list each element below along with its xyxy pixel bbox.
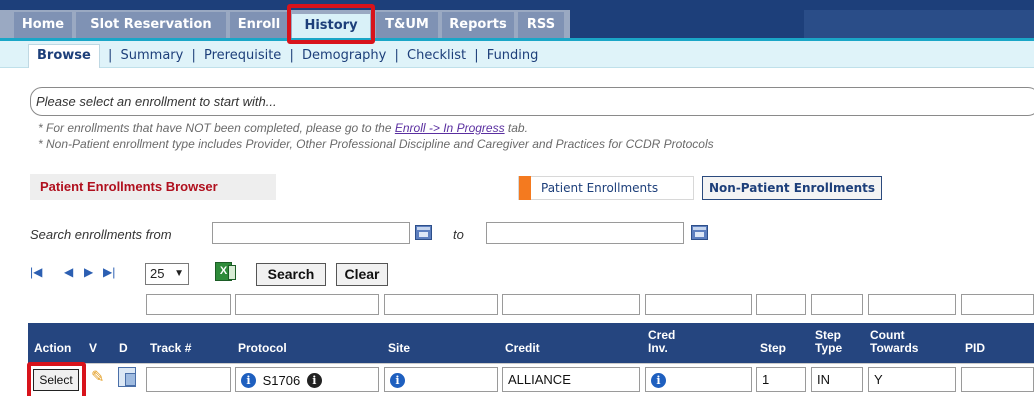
tab-home[interactable]: Home (14, 12, 72, 38)
subnav-separator: | (394, 48, 399, 63)
subnav-separator: | (107, 48, 113, 63)
note-line1-prefix: * For enrollments that have NOT been com… (38, 121, 395, 135)
first-page-icon[interactable]: |◀ (30, 265, 42, 279)
cell-protocol: i S1706 i (235, 367, 379, 392)
enroll-in-progress-link[interactable]: Enroll -> In Progress (395, 121, 505, 135)
non-patient-enrollments-button[interactable]: Non-Patient Enrollments (702, 176, 882, 200)
calendar-icon[interactable] (415, 225, 432, 240)
cred-inv-info-icon[interactable]: i (651, 373, 666, 389)
page-size-select[interactable]: 25 ▼ (145, 263, 189, 285)
search-from-date-input[interactable] (212, 222, 410, 244)
search-from-label: Search enrollments from (30, 227, 172, 242)
next-page-icon[interactable]: ▶ (84, 265, 93, 279)
pencil-icon[interactable]: ✎ (91, 369, 109, 387)
document-icon[interactable] (118, 367, 136, 387)
info-icon[interactable]: i (241, 373, 256, 389)
sub-nav-bar: Browse | Summary | Prerequisite | Demogr… (0, 38, 1034, 68)
tab-enroll[interactable]: Enroll (230, 12, 288, 38)
search-button[interactable]: Search (256, 263, 326, 286)
subtab-summary[interactable]: Summary (121, 48, 184, 63)
tab-slot-reservation[interactable]: Slot Reservation (76, 12, 226, 38)
subnav-separator: | (289, 48, 294, 63)
clear-button[interactable]: Clear (336, 263, 388, 286)
note-in-progress: * For enrollments that have NOT been com… (38, 121, 528, 135)
subnav-separator: | (474, 48, 479, 63)
filter-pid-input[interactable] (961, 294, 1034, 315)
sub-nav-items: Browse | Summary | Prerequisite | Demogr… (28, 44, 539, 68)
filter-count-towards-input[interactable] (868, 294, 956, 315)
subtab-prerequisite[interactable]: Prerequisite (204, 48, 281, 63)
filter-protocol-input[interactable] (235, 294, 379, 315)
filter-step-input[interactable] (756, 294, 806, 315)
filter-track-input[interactable] (146, 294, 231, 315)
enrollment-select-input[interactable]: Please select an enrollment to start wit… (30, 87, 1034, 116)
search-to-label: to (453, 227, 464, 242)
subtab-demography[interactable]: Demography (302, 48, 386, 63)
cell-count-towards: Y (868, 367, 956, 392)
subnav-separator: | (191, 48, 196, 63)
filter-step-type-input[interactable] (811, 294, 863, 315)
top-nav-bar: Home Slot Reservation Enroll History T&U… (0, 0, 1034, 44)
chevron-down-icon: ▼ (174, 268, 184, 279)
tab-rss[interactable]: RSS (518, 12, 564, 38)
history-highlight-box (287, 4, 375, 44)
active-indicator (519, 176, 531, 200)
cell-cred-inv: i (645, 367, 752, 392)
nav-right-panel (804, 10, 1034, 38)
filter-site-input[interactable] (384, 294, 498, 315)
calendar-icon[interactable] (691, 225, 708, 240)
patient-enrollments-button[interactable]: Patient Enrollments (518, 176, 694, 200)
prev-page-icon[interactable]: ◀ (64, 265, 73, 279)
note-non-patient: * Non-Patient enrollment type includes P… (38, 137, 714, 151)
filter-cred-inv-input[interactable] (645, 294, 752, 315)
cell-pid (961, 367, 1034, 392)
last-page-icon[interactable]: ▶| (103, 265, 115, 279)
protocol-value: S1706 (262, 373, 301, 389)
subtab-funding[interactable]: Funding (487, 48, 539, 63)
patient-enrollments-label: Patient Enrollments (541, 181, 659, 195)
cell-site: i (384, 367, 498, 392)
site-info-icon[interactable]: i (390, 373, 405, 389)
note-line1-suffix: tab. (504, 121, 528, 135)
tab-reports[interactable]: Reports (442, 12, 514, 38)
patient-enrollments-browser-title: Patient Enrollments Browser (30, 174, 276, 200)
search-to-date-input[interactable] (486, 222, 684, 244)
subtab-checklist[interactable]: Checklist (407, 48, 466, 63)
filter-credit-input[interactable] (502, 294, 640, 315)
select-highlight-box (27, 362, 86, 396)
cell-track (146, 367, 231, 392)
cell-credit: ALLIANCE (502, 367, 640, 392)
info-dark-icon[interactable]: i (306, 373, 322, 389)
page-size-value: 25 (150, 266, 165, 281)
cell-step: 1 (756, 367, 806, 392)
subtab-browse[interactable]: Browse (28, 44, 100, 68)
excel-export-icon[interactable]: X (215, 262, 236, 281)
cell-step-type: IN (811, 367, 863, 392)
tab-tum[interactable]: T&UM (376, 12, 438, 38)
